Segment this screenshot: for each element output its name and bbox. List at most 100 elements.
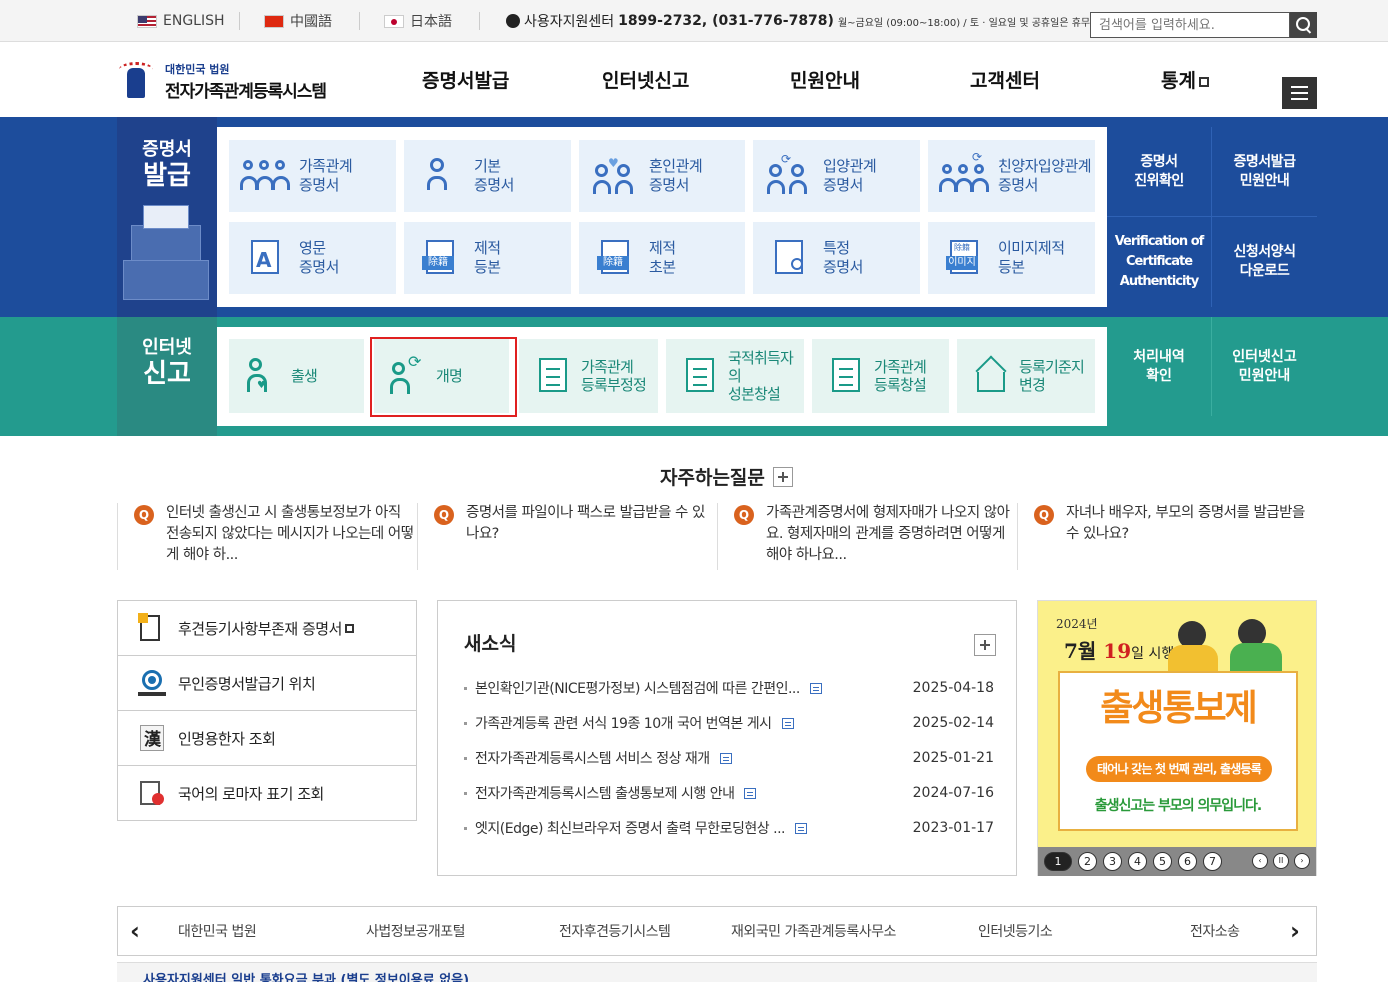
- tile-jejuk-deungbon[interactable]: 除籍 제적등본: [404, 222, 571, 294]
- jp-flag-icon: [384, 15, 404, 28]
- banner-date: 7월 19일 시행: [1064, 635, 1174, 664]
- magnifier-doc-icon: [767, 238, 817, 278]
- nav-civil-guide[interactable]: 민원안내: [790, 42, 860, 117]
- cert-verify-link[interactable]: 증명서진위확인: [1107, 127, 1212, 217]
- nav-statistics[interactable]: 통계: [1161, 42, 1209, 117]
- external-link-icon: [345, 624, 354, 633]
- faq-more-button[interactable]: [773, 467, 793, 487]
- printer-icon: [123, 205, 213, 305]
- quick-kiosk-location[interactable]: 무인증명서발급기 위치: [118, 656, 416, 711]
- page-dot-1[interactable]: 1: [1044, 852, 1072, 871]
- faq-item[interactable]: Q인터넷 출생신고 시 출생통보정보가 아직 전송되지 않았다는 메시지가 나오…: [117, 503, 417, 570]
- tile-family-relation-cert[interactable]: 가족관계증명서: [229, 140, 396, 212]
- page: ENGLISH 中國語 日本語 사용자지원센터 1899-2732, (031-…: [0, 0, 1388, 982]
- quick-hanja-lookup[interactable]: 漢 인명용한자 조회: [118, 711, 416, 766]
- tile-basic-cert[interactable]: 기본증명서: [404, 140, 571, 212]
- tile-marriage-cert[interactable]: ♥ 혼인관계증명서: [579, 140, 745, 212]
- tile-full-adoption-cert[interactable]: ⟳ 친양자입양관계증명서: [928, 140, 1095, 212]
- us-flag-icon: [137, 15, 157, 28]
- tile-birth-report[interactable]: ♥ 출생: [229, 339, 364, 413]
- process-history-link[interactable]: 처리내역확인: [1107, 317, 1212, 416]
- cert-tiles-panel: 가족관계증명서 기본증명서 ♥ 혼인관계증명서 ⟳: [217, 127, 1107, 307]
- tile-register-creation[interactable]: 가족관계등록창설: [812, 339, 949, 413]
- promo-banner[interactable]: 2024년 7월 19일 시행 출생통보제 태어나 갖는 첫 번째 권리, 출생…: [1037, 600, 1317, 876]
- image-doc-icon: 除籍이미지: [942, 238, 992, 278]
- next-slide-button[interactable]: ›: [1294, 853, 1310, 869]
- court-logo-icon: [115, 60, 159, 102]
- form-download-link[interactable]: 신청서양식다운로드: [1212, 217, 1317, 307]
- pen-doc-icon: [826, 356, 870, 396]
- tile-specific-cert[interactable]: 특정증명서: [753, 222, 920, 294]
- news-item[interactable]: 가족관계등록 관련 서식 19종 10개 국어 번역본 게시2025-02-14: [464, 713, 994, 733]
- page-dot-4[interactable]: 4: [1128, 852, 1147, 871]
- link-supreme-court[interactable]: 대한민국 법원: [178, 907, 256, 957]
- news-panel: 새소식 본인확인기관(NICE평가정보) 시스템점검에 따른 간편인...202…: [437, 600, 1017, 876]
- page-dot-7[interactable]: 7: [1203, 852, 1222, 871]
- house-icon: [971, 356, 1015, 396]
- lang-chinese[interactable]: 中國語: [264, 0, 332, 42]
- document-icon: [782, 718, 794, 729]
- internet-report-section: 인터넷 신고 ♥ 출생 ⟳ 개명 가족관계등록부정정 국적취득자의성본창설: [0, 317, 1388, 436]
- verification-english-link[interactable]: Verification ofCertificateAuthenticity: [1107, 217, 1212, 307]
- page-dot-2[interactable]: 2: [1078, 852, 1097, 871]
- document-icon: [795, 823, 807, 834]
- report-tiles-panel: ♥ 출생 ⟳ 개명 가족관계등록부정정 국적취득자의성본창설 가족관계등록창설: [217, 327, 1107, 426]
- person-icon: [418, 156, 468, 196]
- page-dot-5[interactable]: 5: [1153, 852, 1172, 871]
- quick-guardianship-cert[interactable]: 후견등기사항부존재 증명서: [118, 601, 416, 656]
- report-civil-guide-link[interactable]: 인터넷신고민원안내: [1212, 317, 1317, 416]
- logo[interactable]: 대한민국 법원 전자가족관계등록시스템: [115, 60, 326, 102]
- news-item[interactable]: 본인확인기관(NICE평가정보) 시스템점검에 따른 간편인...2025-04…: [464, 678, 994, 698]
- quick-links: 후견등기사항부존재 증명서 무인증명서발급기 위치 漢 인명용한자 조회 국어의…: [117, 600, 417, 821]
- link-internet-registry[interactable]: 인터넷등기소: [978, 907, 1052, 957]
- document-icon: [720, 753, 732, 764]
- cert-side-links: 증명서진위확인 증명서발급민원안내 Verification ofCertifi…: [1107, 127, 1317, 307]
- tile-jejuk-chobon[interactable]: 除籍 제적초본: [579, 222, 745, 294]
- chevron-right-icon[interactable]: ›: [1290, 921, 1304, 941]
- chevron-left-icon[interactable]: ‹: [130, 921, 144, 941]
- quick-romanization[interactable]: 국어의 로마자 표기 조회: [118, 766, 416, 821]
- news-item[interactable]: 전자가족관계등록시스템 출생통보제 시행 안내2024-07-16: [464, 783, 994, 803]
- document-icon: [138, 613, 166, 643]
- link-judicial-info[interactable]: 사법정보공개포털: [366, 907, 465, 957]
- footer-support-bar: 사용자지원센터 일반 통화요금 부과 (별도 정보이용료 없음): [117, 962, 1317, 982]
- page-dot-6[interactable]: 6: [1178, 852, 1197, 871]
- related-sites: ‹ 대한민국 법원 사법정보공개포털 전자후견등기시스템 재외국민 가족관계등록…: [117, 906, 1317, 956]
- tile-image-jejuk[interactable]: 除籍이미지 이미지제적등본: [928, 222, 1095, 294]
- faq-item[interactable]: Q가족관계증명서에 형제자매가 나오지 않아요. 형제자매의 관계를 증명하려면…: [717, 503, 1017, 570]
- page-dot-3[interactable]: 3: [1103, 852, 1122, 871]
- checklist-icon: [533, 356, 577, 396]
- question-icon: Q: [434, 505, 454, 525]
- tile-adoption-cert[interactable]: ⟳ 입양관계증명서: [753, 140, 920, 212]
- pause-button[interactable]: II: [1273, 853, 1289, 869]
- banner-pill: 태어나 갖는 첫 번째 권리, 출생등록: [1086, 756, 1272, 782]
- news-more-button[interactable]: [974, 634, 996, 656]
- document-icon: [810, 683, 822, 694]
- link-guardianship-system[interactable]: 전자후견등기시스템: [559, 907, 670, 957]
- selection-highlight: [370, 337, 517, 417]
- faq-item[interactable]: Q자녀나 배우자, 부모의 증명서를 발급받을 수 있나요?: [1017, 503, 1317, 570]
- lang-english[interactable]: ENGLISH: [137, 0, 225, 42]
- tile-register-correction[interactable]: 가족관계등록부정정: [519, 339, 658, 413]
- search-button[interactable]: [1290, 12, 1317, 38]
- hanja-book-icon: 漢: [138, 723, 166, 753]
- top-bar: ENGLISH 中國語 日本語 사용자지원센터 1899-2732, (031-…: [0, 0, 1388, 42]
- link-overseas-office[interactable]: 재외국민 가족관계등록사무소: [731, 907, 896, 957]
- faq-item[interactable]: Q증명서를 파일이나 팩스로 발급받을 수 있나요?: [417, 503, 717, 570]
- nav-internet-report[interactable]: 인터넷신고: [602, 42, 689, 117]
- question-icon: Q: [134, 505, 154, 525]
- tile-english-cert[interactable]: A 영문증명서: [229, 222, 396, 294]
- prev-slide-button[interactable]: ‹: [1252, 853, 1268, 869]
- link-e-litigation[interactable]: 전자소송: [1190, 907, 1240, 957]
- lang-japanese[interactable]: 日本語: [384, 0, 452, 42]
- cert-civil-guide-link[interactable]: 증명서발급민원안내: [1212, 127, 1317, 217]
- tile-registration-base-change[interactable]: 등록기준지변경: [957, 339, 1095, 413]
- tile-nationality-surname[interactable]: 국적취득자의성본창설: [666, 339, 804, 413]
- search-input[interactable]: [1090, 12, 1290, 38]
- menu-button[interactable]: [1282, 77, 1317, 109]
- news-item[interactable]: 엣지(Edge) 최신브라우저 증명서 출력 무한로딩현상 ...2023-01…: [464, 818, 994, 838]
- nav-customer-center[interactable]: 고객센터: [970, 42, 1040, 117]
- news-item[interactable]: 전자가족관계등록시스템 서비스 정상 재개2025-01-21: [464, 748, 994, 768]
- family-adoption-icon: ⟳: [942, 156, 992, 196]
- nav-cert-issue[interactable]: 증명서발급: [422, 42, 509, 117]
